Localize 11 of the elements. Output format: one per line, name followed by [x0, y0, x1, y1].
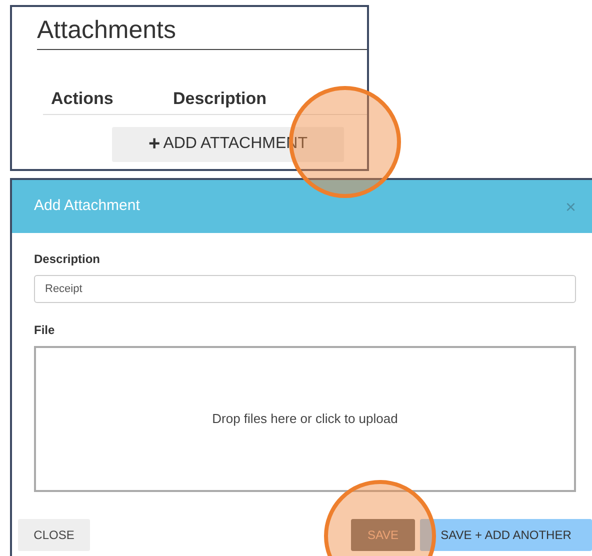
dialog-button[interactable]: CLOSE	[18, 519, 90, 551]
panel-title: Attachments	[37, 16, 176, 44]
field-label: Description	[34, 251, 102, 268]
file-dropzone[interactable]: Drop files here or click to upload	[34, 346, 576, 492]
dialog-title: Add Attachment	[34, 196, 140, 216]
dropzone-hint: Drop files here or click to upload	[212, 410, 398, 428]
column-header: Description	[173, 88, 267, 110]
description-field[interactable]: Receipt	[34, 275, 576, 303]
field-label: File	[34, 322, 56, 339]
dialog-button[interactable]: SAVE + ADD ANOTHER	[420, 519, 592, 551]
column-header: Actions	[51, 88, 114, 110]
